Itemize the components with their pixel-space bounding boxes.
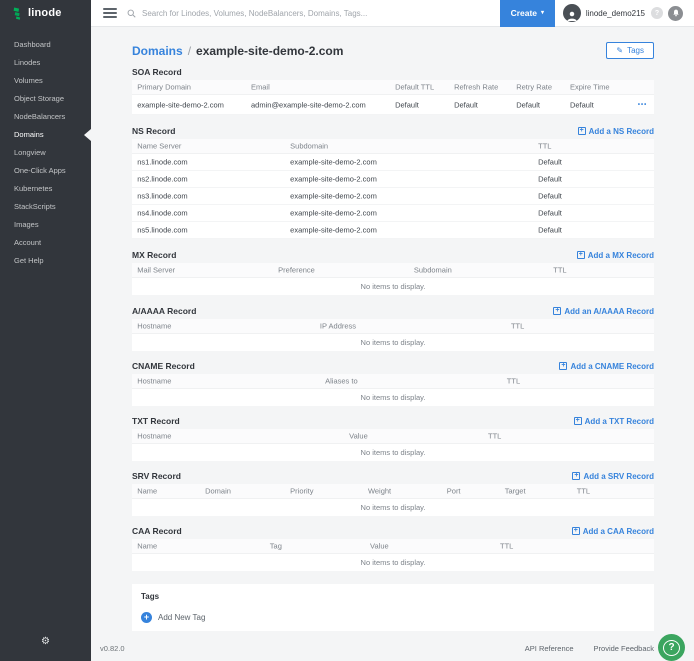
sidebar-item-images[interactable]: Images — [0, 216, 91, 234]
search-icon — [127, 9, 136, 18]
linode-logo-icon — [13, 7, 24, 20]
table-header: Mail Server Preference Subdomain TTL — [132, 263, 654, 278]
sidebar-nav: Dashboard Linodes Volumes Object Storage… — [0, 27, 91, 661]
linode-logo[interactable]: linode — [0, 0, 91, 27]
help-chat-button[interactable]: ? — [658, 634, 685, 661]
search-input[interactable] — [142, 9, 500, 18]
plus-circle-icon: + — [141, 612, 152, 623]
section-title: MX Record — [132, 250, 176, 260]
sidebar-item-object-storage[interactable]: Object Storage — [0, 90, 91, 108]
footer: v0.82.0 API Reference Provide Feedback — [100, 644, 654, 653]
table-header: Hostname IP Address TTL — [132, 319, 654, 334]
breadcrumb-separator: / — [188, 44, 191, 58]
section-srv-record: SRV Record + Add a SRV Record Name Domai… — [132, 470, 654, 516]
section-caa-record: CAA Record + Add a CAA Record Name Tag V… — [132, 525, 654, 571]
empty-state-text: No items to display. — [132, 334, 654, 351]
sidebar-item-dashboard[interactable]: Dashboard — [0, 36, 91, 54]
table-row: ns2.linode.com example-site-demo-2.com D… — [132, 171, 654, 188]
sidebar-item-linodes[interactable]: Linodes — [0, 54, 91, 72]
sidebar-item-account[interactable]: Account — [0, 234, 91, 252]
sidebar-item-stackscripts[interactable]: StackScripts — [0, 198, 91, 216]
add-new-tag-button[interactable]: + Add New Tag — [141, 612, 645, 623]
tags-panel: Tags + Add New Tag — [132, 584, 654, 631]
question-icon: ? — [663, 640, 680, 656]
section-title: A/AAAA Record — [132, 306, 196, 316]
help-icon[interactable]: ? — [651, 7, 663, 19]
chevron-down-icon: ▾ — [541, 10, 544, 16]
add-caa-record-button[interactable]: + Add a CAA Record — [572, 527, 654, 536]
add-a-aaaa-record-button[interactable]: + Add an A/AAAA Record — [553, 307, 654, 316]
breadcrumb-domains-link[interactable]: Domains — [132, 44, 183, 58]
plus-square-icon: + — [577, 251, 585, 259]
empty-state-text: No items to display. — [132, 499, 654, 516]
gear-icon[interactable]: ⚙ — [0, 636, 91, 647]
table-row: ns4.linode.com example-site-demo-2.com D… — [132, 205, 654, 222]
version-label: v0.82.0 — [100, 644, 125, 653]
tags-button[interactable]: ✎ Tags — [606, 42, 654, 59]
section-txt-record: TXT Record + Add a TXT Record Hostname V… — [132, 415, 654, 461]
pencil-icon: ✎ — [616, 47, 623, 55]
section-ns-record: NS Record + Add a NS Record Name Server … — [132, 125, 654, 239]
sidebar-item-domains[interactable]: Domains — [0, 126, 91, 144]
empty-state-text: No items to display. — [132, 278, 654, 295]
sidebar-item-kubernetes[interactable]: Kubernetes — [0, 180, 91, 198]
section-title: CNAME Record — [132, 361, 195, 371]
plus-square-icon: + — [559, 362, 567, 370]
add-txt-record-button[interactable]: + Add a TXT Record — [574, 417, 654, 426]
section-cname-record: CNAME Record + Add a CNAME Record Hostna… — [132, 360, 654, 406]
empty-state-text: No items to display. — [132, 389, 654, 406]
table-header: Primary Domain Email Default TTL Refresh… — [132, 80, 654, 95]
provide-feedback-link[interactable]: Provide Feedback — [594, 644, 654, 653]
avatar[interactable] — [563, 4, 581, 22]
section-title: SRV Record — [132, 471, 181, 481]
section-soa-record: SOA Record Primary Domain Email Default … — [132, 66, 654, 115]
empty-state-text: No items to display. — [132, 554, 654, 571]
table-row: example-site-demo-2.com admin@example-si… — [132, 95, 654, 115]
top-header: linode Create ▾ linode_demo215 ? — [0, 0, 694, 27]
sidebar-item-nodebalancers[interactable]: NodeBalancers — [0, 108, 91, 126]
section-title: TXT Record — [132, 416, 180, 426]
sidebar-item-volumes[interactable]: Volumes — [0, 72, 91, 90]
table-header: Name Server Subdomain TTL — [132, 139, 654, 154]
section-mx-record: MX Record + Add a MX Record Mail Server … — [132, 249, 654, 295]
section-a-aaaa-record: A/AAAA Record + Add an A/AAAA Record Hos… — [132, 305, 654, 351]
empty-state-text: No items to display. — [132, 444, 654, 461]
hamburger-menu-icon[interactable] — [103, 6, 117, 20]
add-cname-record-button[interactable]: + Add a CNAME Record — [559, 362, 654, 371]
sidebar-item-one-click-apps[interactable]: One-Click Apps — [0, 162, 91, 180]
username[interactable]: linode_demo215 — [586, 9, 645, 18]
table-row: ns3.linode.com example-site-demo-2.com D… — [132, 188, 654, 205]
main-content: Domains / example-site-demo-2.com ✎ Tags… — [91, 27, 694, 661]
create-button[interactable]: Create ▾ — [500, 0, 555, 27]
notifications-bell-icon[interactable] — [668, 6, 683, 21]
section-title: SOA Record — [132, 67, 182, 77]
plus-square-icon: + — [553, 307, 561, 315]
table-row: ns1.linode.com example-site-demo-2.com D… — [132, 154, 654, 171]
table-row: ns5.linode.com example-site-demo-2.com D… — [132, 222, 654, 239]
breadcrumb: Domains / example-site-demo-2.com ✎ Tags — [132, 42, 654, 60]
table-header: Hostname Aliases to TTL — [132, 374, 654, 389]
sidebar-item-longview[interactable]: Longview — [0, 144, 91, 162]
plus-square-icon: + — [574, 417, 582, 425]
api-reference-link[interactable]: API Reference — [525, 644, 574, 653]
plus-square-icon: + — [572, 527, 580, 535]
add-srv-record-button[interactable]: + Add a SRV Record — [572, 472, 654, 481]
add-ns-record-button[interactable]: + Add a NS Record — [578, 127, 654, 136]
table-header: Name Domain Priority Weight Port Target … — [132, 484, 654, 499]
tags-panel-title: Tags — [141, 592, 645, 601]
table-header: Name Tag Value TTL — [132, 539, 654, 554]
plus-square-icon: + — [578, 127, 586, 135]
row-actions-menu-icon[interactable]: ••• — [638, 102, 647, 108]
page-title: example-site-demo-2.com — [196, 44, 343, 58]
user-icon — [566, 10, 578, 22]
add-mx-record-button[interactable]: + Add a MX Record — [577, 251, 654, 260]
linode-logo-text: linode — [28, 7, 62, 19]
section-title: NS Record — [132, 126, 175, 136]
sidebar-item-get-help[interactable]: Get Help — [0, 252, 91, 270]
section-title: CAA Record — [132, 526, 182, 536]
global-search — [127, 0, 500, 26]
table-header: Hostname Value TTL — [132, 429, 654, 444]
plus-square-icon: + — [572, 472, 580, 480]
